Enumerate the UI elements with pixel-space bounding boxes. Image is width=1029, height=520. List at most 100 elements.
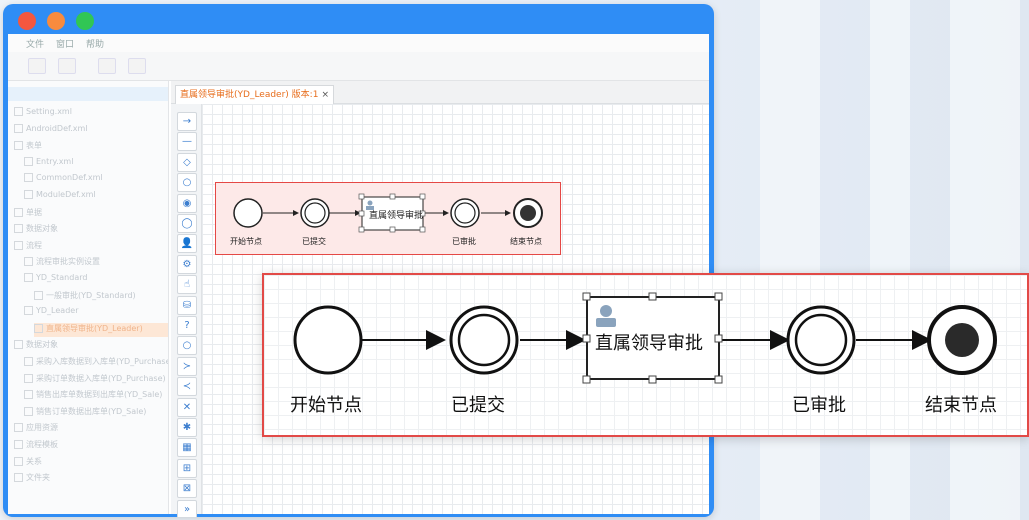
approved-label: 已审批 bbox=[792, 395, 846, 416]
end-label: 结束节点 bbox=[925, 395, 997, 416]
tree-item[interactable]: YD_Leader bbox=[24, 306, 168, 320]
tree-item[interactable]: Entry.xml bbox=[24, 156, 168, 171]
task-label-small: 直属领导审批 bbox=[369, 211, 424, 221]
submitted-label-small: 已提交 bbox=[302, 237, 326, 246]
tree-item-label: 销售出库单数据到出库单(YD_Sale) bbox=[36, 390, 163, 400]
palette-tool-button[interactable]: ≺ bbox=[177, 377, 197, 397]
palette-tool-button[interactable]: ☝ bbox=[177, 275, 197, 295]
zoomed-flow-callout: 直属领导审批 开始节点 已提交 已审批 结束节点 bbox=[262, 273, 1029, 437]
save-button[interactable] bbox=[98, 58, 116, 74]
tree-item[interactable]: 数据对象 bbox=[14, 339, 168, 353]
approved-label-small: 已审批 bbox=[452, 237, 476, 246]
tree-item-label: 流程审批实例设置 bbox=[36, 257, 100, 267]
menu-help[interactable]: 帮助 bbox=[86, 37, 104, 50]
palette-tool-button[interactable]: ▦ bbox=[177, 438, 197, 458]
export-button[interactable] bbox=[128, 58, 146, 74]
tab-yd-leader[interactable]: 直属领导审批(YD_Leader) 版本:1 × bbox=[175, 85, 334, 104]
tree-item-label: 关系 bbox=[26, 456, 42, 466]
file-icon bbox=[34, 290, 43, 300]
tree-item-label: YD_Leader bbox=[36, 306, 79, 316]
editor-tab-bar: 直属领导审批(YD_Leader) 版本:1 × bbox=[171, 81, 709, 104]
maximize-window-button[interactable] bbox=[76, 12, 94, 30]
background-decoration bbox=[720, 0, 1029, 520]
palette-tool-button[interactable]: ⊞ bbox=[177, 458, 197, 478]
tree-item-label: AndroidDef.xml bbox=[26, 123, 88, 133]
tree-item[interactable]: 销售出库单数据到出库单(YD_Sale) bbox=[24, 389, 168, 403]
palette-tool-button[interactable]: ◯ bbox=[177, 214, 197, 233]
palette-tool-button[interactable]: ◇ bbox=[177, 152, 197, 172]
task-label: 直属领导审批 bbox=[595, 333, 703, 354]
tree-item-label: YD_Standard bbox=[36, 273, 88, 282]
file-icon bbox=[14, 456, 23, 466]
tree-item[interactable]: AndroidDef.xml bbox=[14, 123, 168, 138]
file-icon bbox=[24, 357, 33, 366]
file-icon bbox=[14, 123, 23, 133]
palette-tool-button[interactable]: ✱ bbox=[177, 418, 197, 437]
tree-item[interactable]: 销售订单数据出库单(YD_Sale) bbox=[24, 406, 168, 420]
minimize-window-button[interactable] bbox=[47, 12, 65, 30]
start-event bbox=[293, 305, 363, 375]
palette-tool-button[interactable]: ⛁ bbox=[177, 295, 197, 315]
tree-item[interactable]: YD_Standard bbox=[24, 273, 168, 287]
tree-item[interactable]: 表单 bbox=[14, 140, 168, 154]
submitted-label: 已提交 bbox=[451, 395, 505, 416]
tree-item-label: 直属领导审批(YD_Leader) bbox=[46, 323, 143, 333]
file-icon bbox=[24, 190, 33, 199]
file-icon bbox=[14, 107, 23, 116]
tree-item[interactable]: 直属领导审批(YD_Leader) bbox=[34, 322, 168, 337]
tree-item[interactable]: 流程审批实例设置 bbox=[24, 256, 168, 270]
tree-item[interactable]: 流程 bbox=[14, 240, 168, 254]
project-tree: Setting.xml AndroidDef.xml 表单 Entry.xml Comm… bbox=[8, 81, 169, 514]
palette-tool-button[interactable]: ○ bbox=[177, 173, 197, 193]
menu-file[interactable]: 文件 bbox=[26, 37, 44, 50]
palette-tool-button[interactable]: ≻ bbox=[177, 356, 197, 376]
file-icon bbox=[14, 423, 23, 433]
tree-item-label: 单据 bbox=[26, 207, 42, 217]
file-icon bbox=[24, 373, 33, 383]
shape-palette: → — ◇ ○ ◉ ◯ 👤 ⚙ ☝ ⛁? ○ ≻ ≺ ✕ ✱ ▦ ⊞ ⊠» bbox=[171, 104, 202, 517]
close-window-button[interactable] bbox=[18, 12, 36, 30]
file-icon bbox=[24, 257, 33, 267]
tree-item-label: Setting.xml bbox=[26, 107, 72, 116]
palette-tool-button[interactable]: ⚙ bbox=[177, 254, 197, 274]
approved-event bbox=[786, 305, 856, 375]
palette-tool-button[interactable]: ⊠ bbox=[177, 479, 197, 499]
palette-tool-button[interactable]: 👤 bbox=[177, 234, 197, 254]
tree-item-label: 采购订单数据入库单(YD_Purchase) bbox=[36, 373, 166, 383]
palette-tool-button[interactable]: ? bbox=[177, 316, 197, 335]
tree-item[interactable]: CommonDef.xml bbox=[24, 173, 168, 187]
start-label: 开始节点 bbox=[290, 395, 362, 416]
palette-tool-button[interactable]: ◉ bbox=[177, 193, 197, 213]
tree-item[interactable]: 一般审批(YD_Standard) bbox=[34, 290, 168, 304]
palette-tool-button[interactable]: ✕ bbox=[177, 397, 197, 417]
palette-tool-button[interactable]: ○ bbox=[177, 336, 197, 356]
tree-item-label: 文件夹 bbox=[26, 473, 50, 483]
palette-tool-button[interactable]: — bbox=[177, 132, 197, 152]
tree-item[interactable]: 采购入库数据到入库单(YD_Purchase) bbox=[24, 356, 168, 370]
tree-search-input[interactable] bbox=[8, 87, 168, 101]
tree-item-label: 应用资源 bbox=[26, 423, 58, 433]
undo-button[interactable] bbox=[28, 58, 46, 74]
app-window: 文件 窗口 帮助 Setting.xml AndroidDef.xml 表单 Entr… bbox=[3, 4, 714, 517]
tree-item-label: 数据对象 bbox=[26, 340, 58, 350]
tree-item[interactable]: Setting.xml bbox=[14, 107, 168, 121]
tree-item[interactable]: 采购订单数据入库单(YD_Purchase) bbox=[24, 373, 168, 387]
tree-item[interactable]: ModuleDef.xml bbox=[24, 190, 168, 204]
tree-item[interactable]: 单据 bbox=[14, 207, 168, 221]
tree-item[interactable]: 关系 bbox=[14, 456, 168, 470]
redo-button[interactable] bbox=[58, 58, 76, 74]
tree-item[interactable]: 应用资源 bbox=[14, 422, 168, 436]
start-label-small: 开始节点 bbox=[230, 237, 262, 246]
file-icon bbox=[24, 173, 33, 183]
tab-close-icon[interactable]: × bbox=[321, 90, 329, 100]
tree-item[interactable]: 数据对象 bbox=[14, 223, 168, 237]
tree-item[interactable]: 流程模板 bbox=[14, 439, 168, 453]
tree-item-label: CommonDef.xml bbox=[36, 173, 103, 183]
tree-item[interactable]: 文件夹 bbox=[14, 472, 168, 486]
file-icon bbox=[24, 406, 33, 416]
tree-item-label: 表单 bbox=[26, 141, 42, 151]
palette-tool-button[interactable]: → bbox=[177, 112, 197, 131]
menu-window[interactable]: 窗口 bbox=[56, 37, 74, 50]
palette-tool-button[interactable]: » bbox=[177, 499, 197, 517]
file-icon bbox=[14, 440, 23, 449]
